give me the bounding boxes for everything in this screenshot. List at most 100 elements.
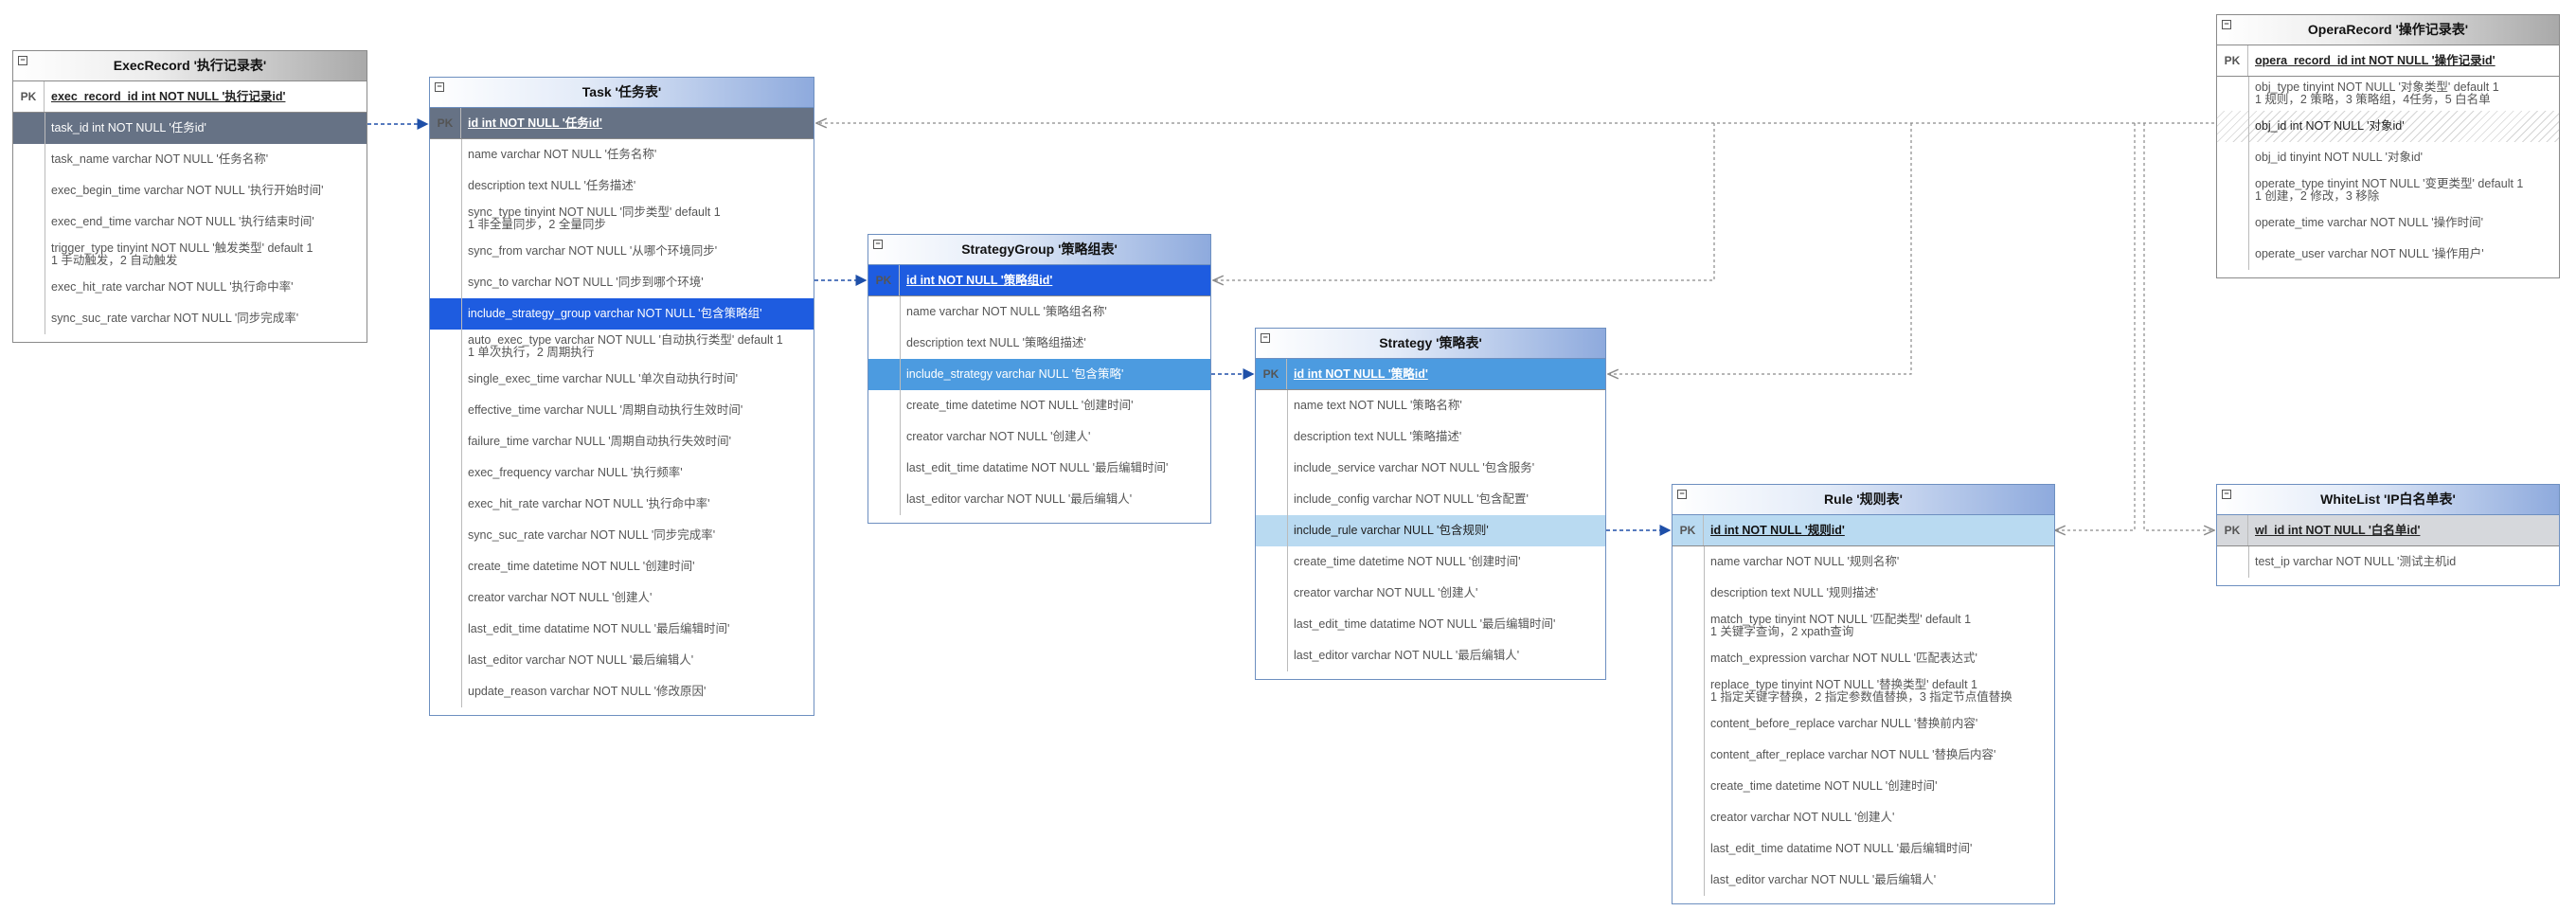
field-row[interactable]: last_edit_time datatime NOT NULL '最后编辑时间… — [430, 614, 814, 645]
field-row[interactable]: creator varchar NOT NULL '创建人' — [1673, 802, 2054, 833]
field-row[interactable]: task_name varchar NOT NULL '任务名称' — [13, 144, 367, 175]
field-row[interactable]: failure_time varchar NULL '周期自动执行失效时间' — [430, 426, 814, 457]
pk-field-row[interactable]: PK id int NOT NULL '规则id' — [1673, 515, 2054, 546]
collapse-icon[interactable]: − — [2222, 20, 2231, 29]
field-row[interactable]: description text NULL '任务描述' — [430, 170, 814, 202]
field-row[interactable]: name varchar NOT NULL '规则名称' — [1673, 546, 2054, 578]
field-row[interactable]: creator varchar NOT NULL '创建人' — [868, 421, 1210, 453]
field-text: effective_time varchar NULL '周期自动执行生效时间' — [468, 403, 743, 417]
field-row[interactable]: exec_hit_rate varchar NOT NULL '执行命中率' — [13, 272, 367, 303]
field-row[interactable]: exec_begin_time varchar NOT NULL '执行开始时间… — [13, 175, 367, 206]
field-row[interactable]: sync_suc_rate varchar NOT NULL '同步完成率' — [430, 520, 814, 551]
field-row[interactable]: match_type tinyint NOT NULL '匹配类型' defau… — [1673, 609, 2054, 643]
collapse-icon[interactable]: − — [18, 56, 27, 65]
table-header[interactable]: − Strategy '策略表' — [1256, 329, 1605, 359]
field-row[interactable]: obj_id int NOT NULL '对象id' — [2217, 111, 2559, 142]
field-row[interactable]: include_strategy_group varchar NOT NULL … — [430, 298, 814, 330]
table-execrecord[interactable]: − ExecRecord '执行记录表' PK exec_record_id int … — [12, 50, 367, 343]
table-whitelist[interactable]: − WhiteList 'IP白名单表' PK wl_id int NOT NULL … — [2216, 484, 2560, 586]
field-row[interactable]: create_time datetime NOT NULL '创建时间' — [1673, 771, 2054, 802]
table-strategy[interactable]: − Strategy '策略表' PK id int NOT NULL '策略id' n… — [1255, 328, 1606, 680]
field-row[interactable]: effective_time varchar NULL '周期自动执行生效时间' — [430, 395, 814, 426]
column-divider — [1704, 740, 1705, 771]
field-row[interactable]: sync_from varchar NOT NULL '从哪个环境同步' — [430, 236, 814, 267]
table-task[interactable]: − Task '任务表' PK id int NOT NULL '任务id' name … — [429, 77, 814, 716]
field-row[interactable]: obj_type tinyint NOT NULL '对象类型' default… — [2217, 77, 2559, 111]
field-row[interactable]: exec_end_time varchar NOT NULL '执行结束时间' — [13, 206, 367, 238]
field-row[interactable]: sync_suc_rate varchar NOT NULL '同步完成率' — [13, 303, 367, 334]
table-header[interactable]: − WhiteList 'IP白名单表' — [2217, 485, 2559, 515]
field-row[interactable]: task_id int NOT NULL '任务id' — [13, 113, 367, 144]
table-header[interactable]: − OperaRecord '操作记录表' — [2217, 15, 2559, 45]
column-divider — [461, 614, 462, 645]
field-row[interactable]: last_editor varchar NOT NULL '最后编辑人' — [1673, 865, 2054, 896]
field-row[interactable]: create_time datetime NOT NULL '创建时间' — [868, 390, 1210, 421]
table-strategygroup[interactable]: − StrategyGroup '策略组表' PK id int NOT NULL '… — [868, 234, 1211, 524]
field-row[interactable]: include_service varchar NOT NULL '包含服务' — [1256, 453, 1605, 484]
pk-field-row[interactable]: PK wl_id int NOT NULL '白名单id' — [2217, 515, 2559, 546]
field-row[interactable]: create_time datetime NOT NULL '创建时间' — [430, 551, 814, 582]
field-text: obj_id int NOT NULL '对象id' — [2255, 119, 2405, 133]
field-text: include_config varchar NOT NULL '包含配置' — [1294, 492, 1529, 506]
field-row[interactable]: content_after_replace varchar NOT NULL '… — [1673, 740, 2054, 771]
column-divider — [461, 582, 462, 614]
field-row[interactable]: single_exec_time varchar NULL '单次自动执行时间' — [430, 364, 814, 395]
field-row[interactable]: trigger_type tinyint NOT NULL '触发类型' def… — [13, 238, 367, 272]
field-row[interactable]: content_before_replace varchar NULL '替换前… — [1673, 708, 2054, 740]
collapse-icon[interactable]: − — [1677, 490, 1687, 499]
field-row[interactable]: replace_type tinyint NOT NULL '替换类型' def… — [1673, 674, 2054, 708]
table-header[interactable]: − StrategyGroup '策略组表' — [868, 235, 1210, 265]
field-row[interactable]: description text NULL '规则描述' — [1673, 578, 2054, 609]
field-row[interactable]: exec_frequency varchar NULL '执行频率' — [430, 457, 814, 489]
table-rule[interactable]: − Rule '规则表' PK id int NOT NULL '规则id' name … — [1672, 484, 2055, 904]
field-text: last_editor varchar NOT NULL '最后编辑人' — [1294, 649, 1520, 662]
pk-field-row[interactable]: PK exec_record_id int NOT NULL '执行记录id' — [13, 81, 367, 113]
table-footer — [430, 707, 814, 715]
field-row[interactable]: description text NULL '策略描述' — [1256, 421, 1605, 453]
field-row[interactable]: operate_time varchar NOT NULL '操作时间' — [2217, 207, 2559, 239]
field-row[interactable]: last_edit_time datatime NOT NULL '最后编辑时间… — [1256, 609, 1605, 640]
field-row[interactable]: description text NULL '策略组描述' — [868, 328, 1210, 359]
collapse-icon[interactable]: − — [873, 240, 883, 249]
pk-field-row[interactable]: PK opera_record_id int NOT NULL '操作记录id' — [2217, 45, 2559, 77]
field-row[interactable]: include_strategy varchar NULL '包含策略' — [868, 359, 1210, 390]
field-row[interactable]: operate_user varchar NOT NULL '操作用户' — [2217, 239, 2559, 270]
field-row[interactable]: name text NOT NULL '策略名称' — [1256, 390, 1605, 421]
table-header[interactable]: − Rule '规则表' — [1673, 485, 2054, 515]
collapse-icon[interactable]: − — [435, 82, 444, 92]
pk-field-row[interactable]: PK id int NOT NULL '任务id' — [430, 108, 814, 139]
field-row[interactable]: sync_to varchar NOT NULL '同步到哪个环境' — [430, 267, 814, 298]
field-row[interactable]: operate_type tinyint NOT NULL '变更类型' def… — [2217, 173, 2559, 207]
field-row[interactable]: create_time datetime NOT NULL '创建时间' — [1256, 546, 1605, 578]
field-text: single_exec_time varchar NULL '单次自动执行时间' — [468, 372, 738, 385]
field-row[interactable]: match_expression varchar NOT NULL '匹配表达式… — [1673, 643, 2054, 674]
table-header[interactable]: − ExecRecord '执行记录表' — [13, 51, 367, 81]
field-row[interactable]: last_edit_time datatime NOT NULL '最后编辑时间… — [868, 453, 1210, 484]
field-row[interactable]: name varchar NOT NULL '任务名称' — [430, 139, 814, 170]
collapse-icon[interactable]: − — [1261, 333, 1270, 343]
table-operarecord[interactable]: − OperaRecord '操作记录表' PK opera_record_id in… — [2216, 14, 2560, 278]
field-row[interactable]: creator varchar NOT NULL '创建人' — [1256, 578, 1605, 609]
field-row[interactable]: sync_type tinyint NOT NULL '同步类型' defaul… — [430, 202, 814, 236]
collapse-icon[interactable]: − — [2222, 490, 2231, 499]
field-row[interactable]: test_ip varchar NOT NULL '测试主机id — [2217, 546, 2559, 578]
column-divider — [461, 520, 462, 551]
field-row[interactable]: last_edit_time datatime NOT NULL '最后编辑时间… — [1673, 833, 2054, 865]
field-row[interactable]: auto_exec_type varchar NOT NULL '自动执行类型'… — [430, 330, 814, 364]
field-row[interactable]: obj_id tinyint NOT NULL '对象id' — [2217, 142, 2559, 173]
field-row[interactable]: name varchar NOT NULL '策略组名称' — [868, 296, 1210, 328]
field-row[interactable]: last_editor varchar NOT NULL '最后编辑人' — [1256, 640, 1605, 671]
field-row[interactable]: creator varchar NOT NULL '创建人' — [430, 582, 814, 614]
table-header[interactable]: − Task '任务表' — [430, 78, 814, 108]
field-row[interactable]: include_config varchar NOT NULL '包含配置' — [1256, 484, 1605, 515]
pk-field-row[interactable]: PK id int NOT NULL '策略组id' — [868, 265, 1210, 296]
column-divider — [2248, 207, 2249, 239]
field-row[interactable]: last_editor varchar NOT NULL '最后编辑人' — [430, 645, 814, 676]
field-row[interactable]: include_rule varchar NULL '包含规则' — [1256, 515, 1605, 546]
column-divider — [2248, 111, 2249, 142]
field-row[interactable]: update_reason varchar NOT NULL '修改原因' — [430, 676, 814, 707]
field-row[interactable]: exec_hit_rate varchar NOT NULL '执行命中率' — [430, 489, 814, 520]
field-text: last_edit_time datatime NOT NULL '最后编辑时间… — [906, 461, 1169, 474]
pk-field-row[interactable]: PK id int NOT NULL '策略id' — [1256, 359, 1605, 390]
field-row[interactable]: last_editor varchar NOT NULL '最后编辑人' — [868, 484, 1210, 515]
